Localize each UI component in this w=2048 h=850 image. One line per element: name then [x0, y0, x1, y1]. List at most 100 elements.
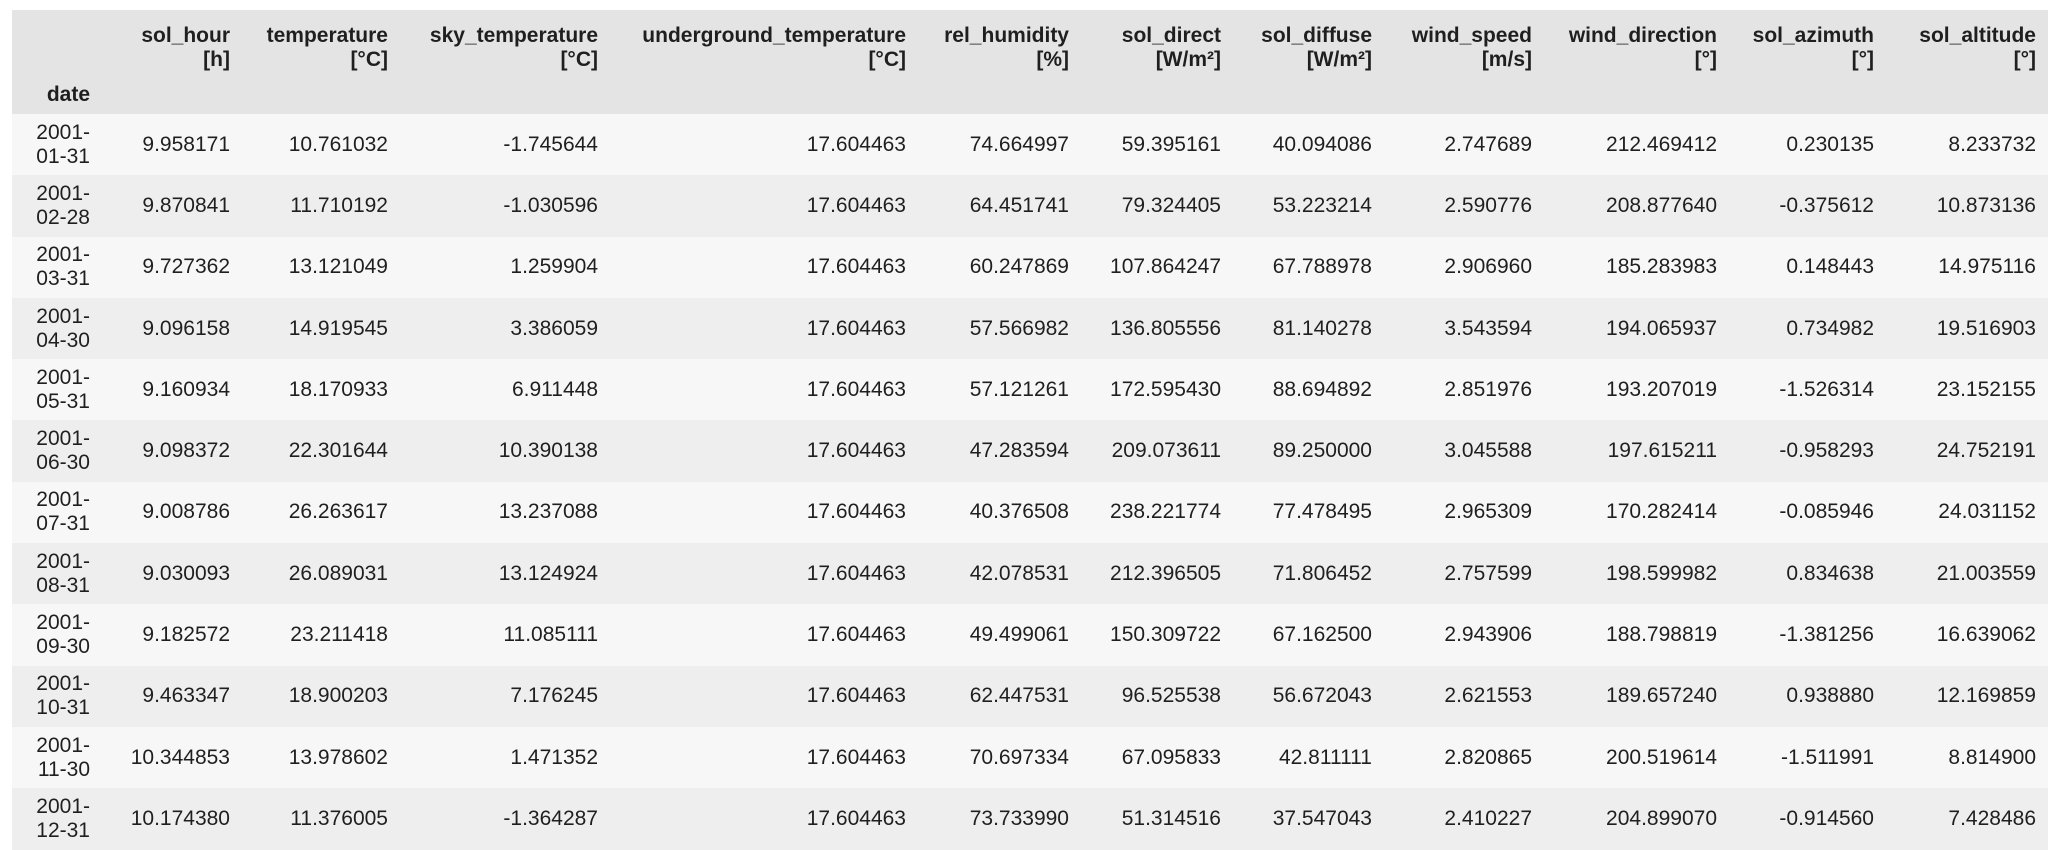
table-row: 2001- 08-31 9.030093 26.089031 13.124924 17.6… [12, 543, 2048, 605]
cell-wind-direction: 204.899070 [1606, 806, 1717, 830]
table-row: 2001- 03-31 9.727362 13.121049 1.259904 17.60… [12, 236, 2048, 298]
date-year-part: 2001- [36, 365, 90, 389]
column-header-row: sol_hour [h] temperature [°C] sky_temperatur… [12, 10, 2048, 76]
date-year-part: 2001- [36, 304, 90, 328]
row-date-index: 2001- 09-30 [12, 604, 102, 665]
column-unit: [°C] [868, 48, 906, 71]
cell-underground-temperature: 17.604463 [806, 684, 906, 708]
cell-sol-azimuth: 0.230135 [1786, 132, 1874, 156]
cell-underground-temperature: 17.604463 [806, 193, 906, 217]
cell-rel-humidity: 42.078531 [969, 561, 1069, 585]
cell-sky-temperature: 1.259904 [510, 255, 598, 279]
date-year-part: 2001- [36, 243, 90, 267]
cell-sol-altitude: 16.639062 [1936, 623, 2036, 647]
cell-wind-speed: 2.851976 [1444, 377, 1532, 401]
column-header-sky-temperature: sky_temperature [°C] [400, 10, 610, 76]
date-month-day-part: 10-31 [36, 696, 90, 720]
cell-temperature: 14.919545 [288, 316, 388, 340]
cell-sol-hour: 9.463347 [142, 684, 230, 708]
cell-temperature: 23.211418 [290, 623, 388, 647]
index-row-blank-cell [242, 76, 400, 114]
index-name-label: date [12, 76, 102, 114]
cell-sol-azimuth: -1.381256 [1779, 623, 1874, 647]
cell-sol-altitude: 19.516903 [1936, 316, 2036, 340]
cell-sol-direct: 150.309722 [1110, 623, 1221, 647]
row-date-index: 2001- 06-30 [12, 420, 102, 481]
cell-sol-direct: 172.595430 [1110, 377, 1221, 401]
cell-wind-direction: 188.798819 [1606, 623, 1717, 647]
cell-sky-temperature: -1.364287 [503, 806, 598, 830]
column-name: wind_speed [1411, 24, 1532, 47]
table-row: 2001- 10-31 9.463347 18.900203 7.176245 17.60… [12, 665, 2048, 727]
column-header-wind-direction: wind_direction [°] [1544, 10, 1729, 76]
cell-sol-azimuth: 0.834638 [1786, 561, 1874, 585]
cell-sol-altitude: 8.814900 [1948, 745, 2036, 769]
cell-sol-hour: 9.098372 [142, 439, 230, 463]
cell-sol-azimuth: 0.734982 [1786, 316, 1874, 340]
cell-wind-speed: 3.045588 [1444, 439, 1532, 463]
cell-sol-azimuth: -0.958293 [1779, 439, 1874, 463]
cell-wind-speed: 2.820865 [1444, 745, 1532, 769]
column-unit: [h] [203, 48, 230, 71]
cell-sol-altitude: 7.428486 [1948, 806, 2036, 830]
cell-sky-temperature: -1.030596 [503, 193, 598, 217]
date-month-day-part: 01-31 [36, 144, 90, 168]
row-date-index: 2001- 01-31 [12, 114, 102, 175]
cell-wind-speed: 2.747689 [1444, 132, 1532, 156]
cell-sol-direct: 107.864247 [1110, 255, 1221, 279]
date-year-part: 2001- [36, 427, 90, 451]
index-row-blank-cell [1886, 76, 2048, 114]
column-header-sol-direct: sol_direct [W/m²] [1081, 10, 1233, 76]
cell-temperature: 22.301644 [288, 439, 388, 463]
cell-underground-temperature: 17.604463 [806, 561, 906, 585]
cell-sol-hour: 9.727362 [142, 255, 230, 279]
index-row-blank-cell [1729, 76, 1886, 114]
column-name: sky_temperature [429, 24, 598, 47]
cell-underground-temperature: 17.604463 [806, 806, 906, 830]
cell-sol-diffuse: 56.672043 [1272, 684, 1372, 708]
cell-sky-temperature: -1.745644 [503, 132, 598, 156]
cell-sol-direct: 79.324405 [1121, 193, 1221, 217]
cell-sky-temperature: 13.237088 [498, 500, 598, 524]
cell-sol-hour: 9.182572 [142, 623, 230, 647]
cell-temperature: 26.089031 [288, 561, 388, 585]
cell-sol-azimuth: -0.085946 [1779, 500, 1874, 524]
column-header-sol-hour: sol_hour [h] [102, 10, 242, 76]
cell-temperature: 13.978602 [288, 745, 388, 769]
cell-sol-diffuse: 67.788978 [1272, 255, 1372, 279]
cell-underground-temperature: 17.604463 [806, 132, 906, 156]
cell-sky-temperature: 10.390138 [498, 439, 598, 463]
cell-temperature: 26.263617 [288, 500, 388, 524]
date-month-day-part: 05-31 [36, 389, 90, 413]
cell-wind-direction: 197.615211 [1607, 439, 1717, 463]
column-unit: [%] [1036, 48, 1069, 71]
column-name: rel_humidity [944, 24, 1069, 47]
row-date-index: 2001- 07-31 [12, 482, 102, 543]
row-date-index: 2001- 12-31 [12, 788, 102, 849]
cell-temperature: 18.170933 [288, 377, 388, 401]
column-unit: [°] [1694, 48, 1717, 71]
cell-sol-hour: 9.096158 [142, 316, 230, 340]
column-unit: [°] [1851, 48, 1874, 71]
date-year-part: 2001- [36, 549, 90, 573]
cell-rel-humidity: 73.733990 [969, 806, 1069, 830]
cell-sol-diffuse: 77.478495 [1272, 500, 1372, 524]
cell-sol-azimuth: -0.375612 [1779, 193, 1874, 217]
index-row-blank-cell [918, 76, 1081, 114]
column-name: sol_altitude [1919, 24, 2036, 47]
row-date-index: 2001- 03-31 [12, 237, 102, 298]
column-unit: [°C] [350, 48, 388, 71]
cell-wind-speed: 2.965309 [1444, 500, 1532, 524]
cell-sol-direct: 238.221774 [1110, 500, 1221, 524]
cell-sol-hour: 9.870841 [142, 193, 230, 217]
column-header-temperature: temperature [°C] [242, 10, 400, 76]
index-row-blank-cell [1081, 76, 1233, 114]
cell-wind-direction: 208.877640 [1606, 193, 1717, 217]
cell-sol-direct: 67.095833 [1121, 745, 1221, 769]
cell-sky-temperature: 11.085111 [503, 623, 598, 647]
column-unit: [W/m²] [1306, 48, 1372, 71]
table-row: 2001- 05-31 9.160934 18.170933 6.911448 17.60… [12, 359, 2048, 421]
cell-rel-humidity: 57.121261 [969, 377, 1069, 401]
cell-underground-temperature: 17.604463 [806, 255, 906, 279]
cell-wind-direction: 189.657240 [1606, 684, 1717, 708]
